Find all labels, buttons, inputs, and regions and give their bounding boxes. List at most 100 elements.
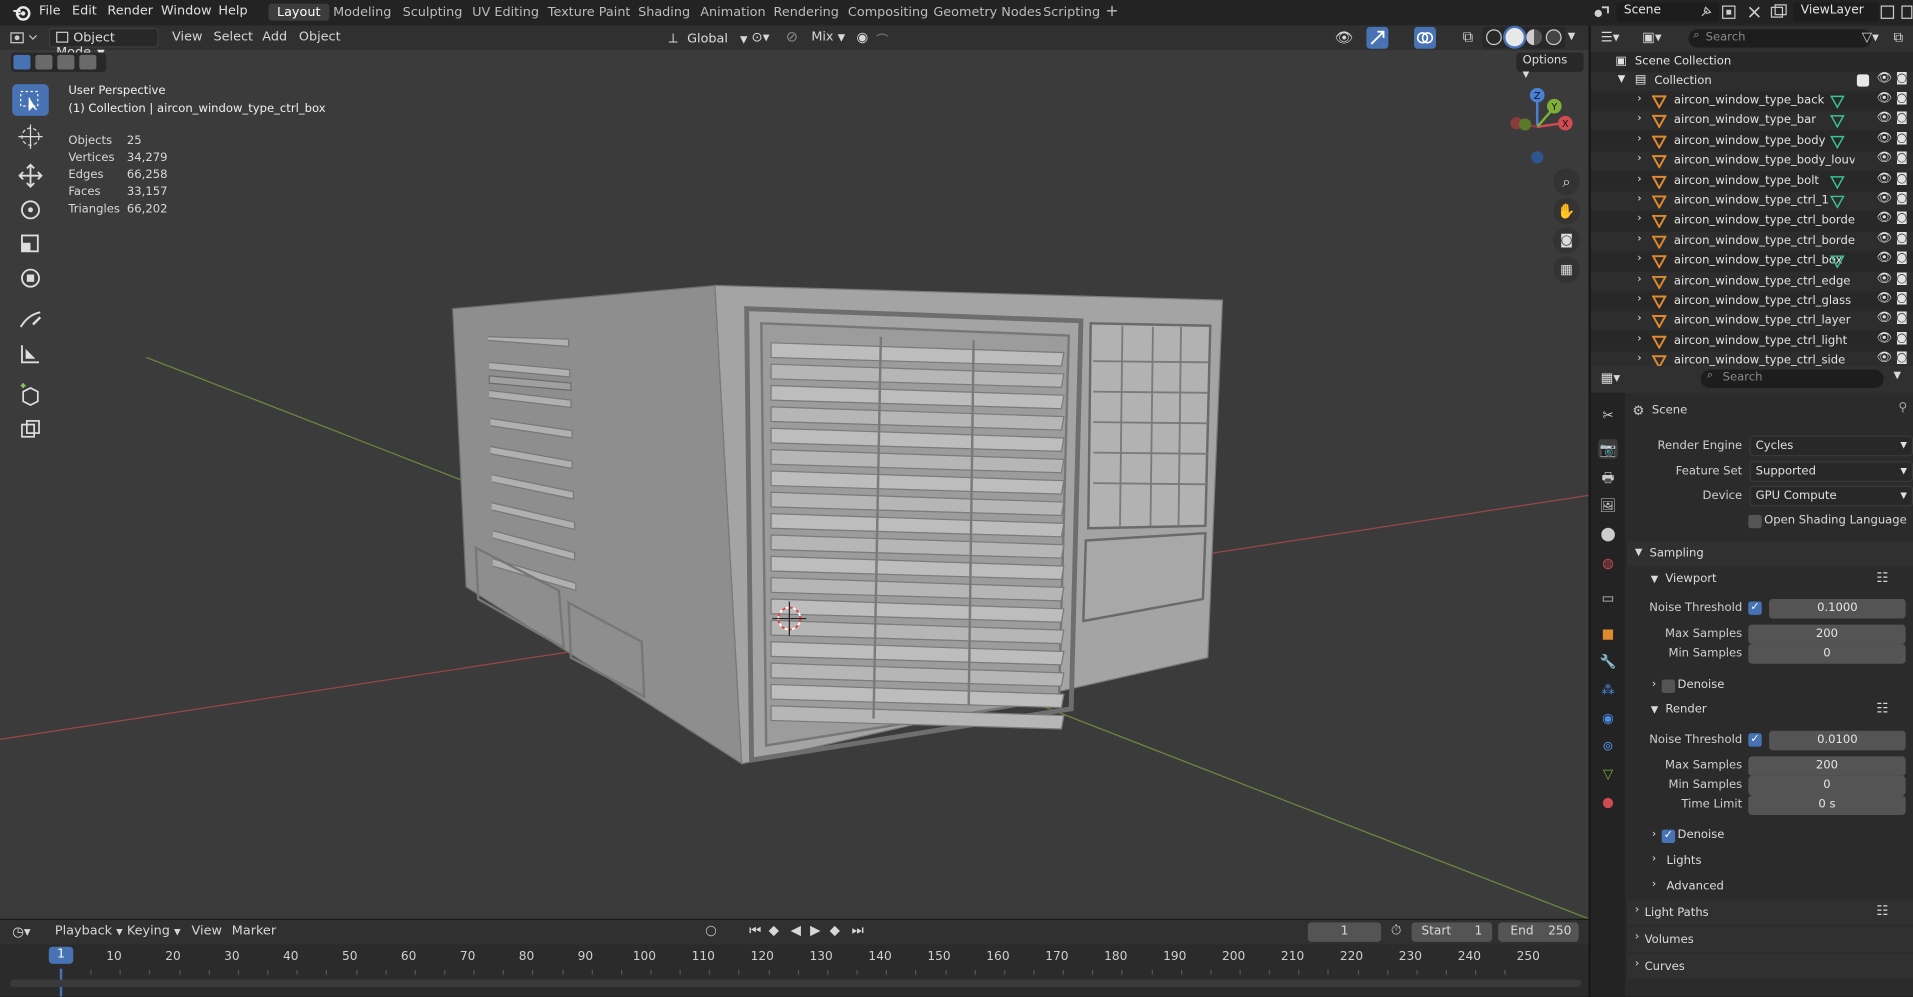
tab-texture-paint[interactable]: Texture Paint: [539, 4, 639, 21]
zoom-icon[interactable]: ⌕: [1553, 168, 1580, 196]
outliner-row-object[interactable]: › aircon_window_type_ctrl_light 👁 ◙: [1591, 332, 1913, 352]
advanced-subpanel-title[interactable]: Advanced: [1667, 880, 1724, 893]
chevron-right-icon[interactable]: ›: [1652, 853, 1656, 865]
new-scene-icon[interactable]: [1720, 4, 1737, 21]
chevron-right-icon[interactable]: ›: [1637, 93, 1641, 105]
osl-checkbox[interactable]: [1748, 514, 1762, 529]
timeline-scrollbar[interactable]: [9, 979, 1582, 988]
collection-tab-icon[interactable]: ▭: [1598, 588, 1618, 608]
camera-render-icon[interactable]: ◙: [1896, 172, 1908, 185]
outliner-row-object[interactable]: › aircon_window_type_body 👁 ◙: [1591, 132, 1913, 152]
menu-object[interactable]: Object: [299, 29, 341, 44]
curves-section-header[interactable]: › Curves: [1627, 954, 1913, 979]
move-tool[interactable]: [12, 160, 49, 192]
output-tab-icon[interactable]: 🖶: [1598, 468, 1618, 488]
material-shading-icon[interactable]: [1526, 29, 1543, 46]
perspective-grid-icon[interactable]: ▦: [1553, 256, 1580, 284]
blender-logo-icon[interactable]: [12, 4, 32, 22]
vp-noise-threshold-field[interactable]: 0.1000: [1769, 599, 1906, 619]
pan-hand-icon[interactable]: ✋: [1553, 197, 1580, 225]
pin-icon[interactable]: [1699, 5, 1712, 18]
navigation-gizmo[interactable]: Z Y X: [1496, 84, 1581, 169]
chevron-down-icon[interactable]: ▼: [1651, 573, 1659, 584]
object-tab-icon[interactable]: ■: [1598, 623, 1618, 643]
scene-icon[interactable]: [1591, 4, 1611, 21]
xray-icon[interactable]: ⧉: [1463, 28, 1473, 46]
chevron-down-icon[interactable]: ▼: [1568, 31, 1576, 42]
camera-render-icon[interactable]: ◙: [1896, 272, 1908, 285]
vp-min-samples-field[interactable]: 0: [1748, 644, 1906, 664]
eye-icon[interactable]: 👁: [1876, 111, 1891, 124]
tab-modeling[interactable]: Modeling: [325, 4, 400, 21]
rotate-tool[interactable]: [12, 194, 49, 226]
physics-tab-icon[interactable]: ◉: [1598, 708, 1618, 728]
mode-dropdown[interactable]: Object Mode▼: [48, 28, 159, 60]
menu-edit[interactable]: Edit: [72, 4, 97, 19]
properties-editor-icon[interactable]: ▦▾: [1601, 370, 1620, 386]
tab-sculpting[interactable]: Sculpting: [394, 4, 471, 21]
overlay-toggle-button[interactable]: [1414, 26, 1436, 49]
new-collection-icon[interactable]: ⧉: [1893, 29, 1903, 46]
chevron-down-icon[interactable]: ▼: [1893, 370, 1901, 381]
view-layer-icon[interactable]: [1769, 4, 1789, 21]
lights-subpanel-title[interactable]: Lights: [1667, 854, 1702, 867]
pivot-point-icon[interactable]: ⊙▾: [752, 29, 770, 45]
chevron-right-icon[interactable]: ›: [1652, 678, 1656, 690]
render-tab-icon[interactable]: 📷: [1598, 439, 1618, 459]
camera-render-icon[interactable]: ◙: [1896, 132, 1908, 145]
outliner-row-object[interactable]: › aircon_window_type_body_louver 👁 ◙: [1590, 151, 1913, 172]
solid-shading-icon[interactable]: [1505, 28, 1524, 47]
eye-icon[interactable]: 👁: [1876, 312, 1891, 325]
eye-icon[interactable]: 👁: [1876, 92, 1891, 105]
data-tab-icon[interactable]: ▽: [1598, 764, 1618, 784]
filter-icon[interactable]: ▽▾: [1862, 29, 1879, 45]
tab-geometry-nodes[interactable]: Geometry Nodes: [925, 4, 1050, 21]
r-time-limit-field[interactable]: 0 s: [1748, 795, 1906, 815]
menu-help[interactable]: Help: [218, 4, 247, 19]
list-icon[interactable]: ☷: [1876, 903, 1888, 919]
visibility-icon[interactable]: 👁: [1335, 29, 1354, 46]
eye-icon[interactable]: 👁: [1876, 232, 1891, 245]
camera-render-icon[interactable]: ◙: [1896, 292, 1908, 305]
menu-window[interactable]: Window: [161, 4, 212, 19]
outliner-row-scene-collection[interactable]: ▣ Scene Collection: [1591, 52, 1913, 72]
proportional-edit-icon[interactable]: ◉: [856, 29, 868, 45]
light-paths-section-header[interactable]: › Light Paths ☷: [1627, 900, 1913, 925]
camera-render-icon[interactable]: ◙: [1896, 192, 1908, 205]
chevron-right-icon[interactable]: ›: [1637, 153, 1641, 165]
camera-render-icon[interactable]: ◙: [1896, 212, 1908, 225]
gizmo-toggle-button[interactable]: [1366, 26, 1389, 49]
tab-compositing[interactable]: Compositing: [839, 4, 936, 21]
menu-view[interactable]: View: [172, 29, 202, 44]
select-box-tool[interactable]: [12, 84, 49, 116]
delete-scene-icon[interactable]: [1746, 4, 1763, 21]
add-cube-tool[interactable]: [12, 379, 49, 411]
chevron-right-icon[interactable]: ›: [1637, 353, 1641, 365]
chevron-down-icon[interactable]: ▼: [1618, 73, 1626, 84]
pin-icon[interactable]: ⚲: [1898, 401, 1907, 414]
camera-icon[interactable]: ◙: [1553, 226, 1580, 254]
eye-icon[interactable]: 👁: [1876, 332, 1891, 345]
chevron-right-icon[interactable]: ›: [1637, 193, 1641, 205]
particles-tab-icon[interactable]: ⁂: [1598, 680, 1618, 700]
checkbox-icon[interactable]: [1856, 74, 1870, 87]
playhead-frame-badge[interactable]: 1: [48, 946, 74, 964]
scene-tab-icon[interactable]: ⬤: [1598, 523, 1618, 543]
eye-icon[interactable]: 👁: [1876, 292, 1891, 305]
tab-animation[interactable]: Animation: [692, 4, 774, 21]
outliner-row-object[interactable]: › aircon_window_type_ctrl_border_1 👁 ◙: [1591, 212, 1913, 232]
render-subpanel-title[interactable]: Render: [1665, 703, 1706, 716]
eye-icon[interactable]: 👁: [1876, 152, 1891, 165]
eye-icon[interactable]: 👁: [1876, 172, 1891, 185]
r-max-samples-field[interactable]: 200: [1748, 756, 1906, 776]
material-tab-icon[interactable]: ●: [1598, 792, 1618, 812]
wireframe-shading-icon[interactable]: [1485, 29, 1502, 46]
chevron-right-icon[interactable]: ›: [1637, 133, 1641, 145]
eye-icon[interactable]: 👁: [1876, 132, 1891, 145]
eye-icon[interactable]: 👁: [1876, 272, 1891, 285]
menu-file[interactable]: File: [39, 4, 60, 19]
r-min-samples-field[interactable]: 0: [1748, 775, 1906, 796]
tab-uv-editing[interactable]: UV Editing: [464, 4, 548, 21]
chevron-right-icon[interactable]: ›: [1637, 273, 1641, 285]
feature-set-dropdown[interactable]: Supported ▼: [1749, 461, 1913, 482]
